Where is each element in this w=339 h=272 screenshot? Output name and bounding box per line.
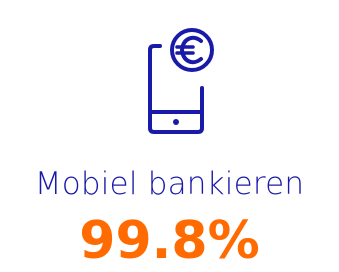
stat-card: Mobiel bankieren 99.8% <box>0 0 339 271</box>
stat-label: Mobiel bankieren <box>34 166 305 202</box>
stat-value: 99.8% <box>79 211 260 271</box>
mobile-euro-icon <box>146 28 226 144</box>
